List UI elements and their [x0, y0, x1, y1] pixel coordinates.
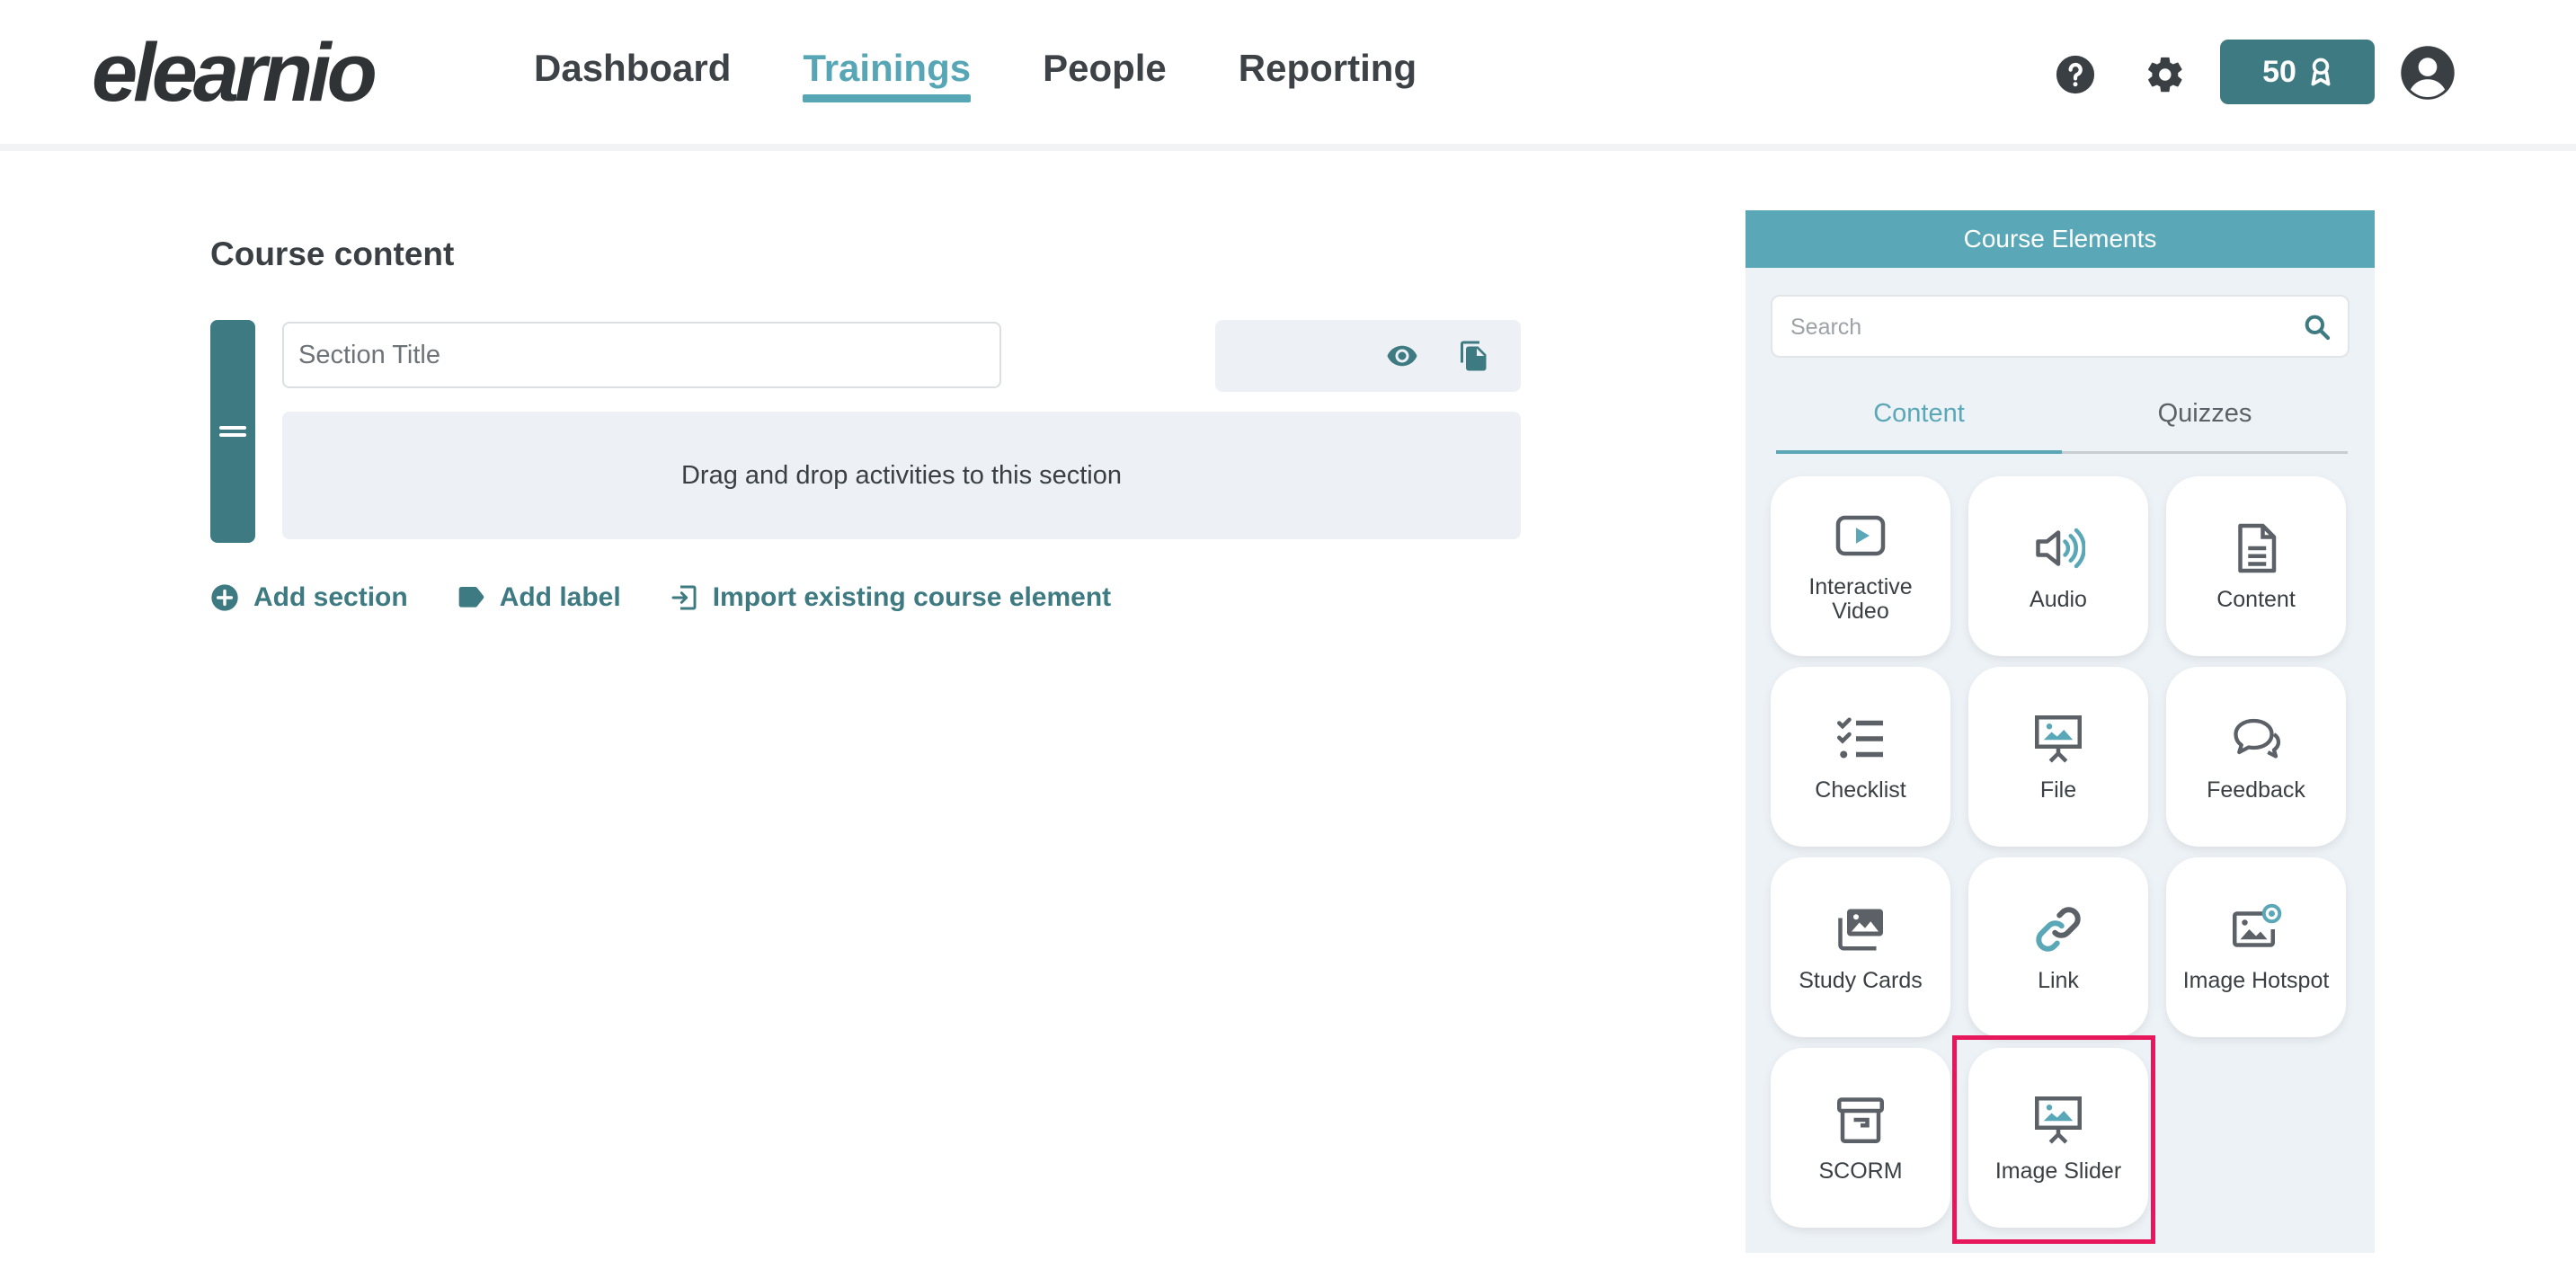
add-label-label: Add label	[499, 582, 621, 612]
section-drag-handle[interactable]	[210, 320, 255, 543]
user-avatar-icon[interactable]	[2400, 45, 2456, 101]
section-drop-zone[interactable]: Drag and drop activities to this section	[282, 412, 1521, 539]
plus-circle-icon	[211, 584, 238, 611]
element-label: Link	[2038, 967, 2079, 993]
element-image-slider[interactable]: Image Slider	[1968, 1048, 2148, 1228]
course-actions: Add section Add label Import existing co…	[210, 582, 1111, 613]
add-label-button[interactable]: Add label	[457, 582, 621, 613]
element-label: Checklist	[1815, 777, 1906, 803]
chat-icon	[2234, 718, 2281, 759]
top-bar: elearnio Dashboard Trainings People Repo…	[0, 0, 2576, 144]
import-element-label: Import existing course element	[712, 582, 1112, 612]
speaker-icon	[2036, 528, 2085, 568]
eye-icon[interactable]	[1386, 340, 1418, 372]
image-hotspot-icon	[2233, 903, 2282, 947]
search-icon[interactable]	[2303, 313, 2332, 342]
nav-dashboard[interactable]: Dashboard	[534, 47, 731, 99]
element-interactive-video[interactable]: Interactive Video	[1771, 476, 1950, 656]
gear-icon[interactable]	[2145, 54, 2186, 95]
header-divider	[0, 144, 2576, 151]
tab-quizzes[interactable]: Quizzes	[2062, 386, 2348, 451]
section-title-input[interactable]	[282, 322, 1001, 388]
add-section-label: Add section	[253, 582, 408, 612]
element-file[interactable]: File	[1968, 667, 2148, 847]
add-section-button[interactable]: Add section	[210, 582, 408, 613]
award-icon	[2311, 58, 2331, 86]
import-icon	[671, 585, 697, 610]
element-label: Image Hotspot	[2182, 967, 2330, 993]
play-icon	[1835, 515, 1886, 556]
element-label: Content	[2216, 586, 2296, 612]
panel-title: Course Elements	[1745, 210, 2375, 268]
element-scorm[interactable]: SCORM	[1771, 1048, 1950, 1228]
element-study-cards[interactable]: Study Cards	[1771, 857, 1950, 1037]
checklist-icon	[1837, 717, 1883, 758]
credits-count: 50	[2262, 54, 2296, 89]
nav-people[interactable]: People	[1043, 47, 1167, 99]
nav-trainings[interactable]: Trainings	[803, 47, 971, 102]
images-icon	[1838, 909, 1883, 950]
document-icon	[2238, 523, 2277, 572]
copy-icon[interactable]	[1458, 340, 1490, 372]
element-label: Study Cards	[1799, 967, 1923, 993]
link-icon	[2036, 906, 2081, 952]
search-box	[1771, 295, 2349, 358]
credits-button[interactable]: 50	[2220, 40, 2375, 104]
element-label: Feedback	[2207, 777, 2305, 803]
element-content[interactable]: Content	[2166, 476, 2346, 656]
import-element-button[interactable]: Import existing course element	[670, 582, 1111, 613]
element-checklist[interactable]: Checklist	[1771, 667, 1950, 847]
element-label: File	[2039, 777, 2077, 803]
element-label: Image Slider	[1994, 1158, 2122, 1184]
element-link[interactable]: Link	[1968, 857, 2148, 1037]
drop-zone-text: Drag and drop activities to this section	[680, 460, 1123, 490]
element-tabs: Content Quizzes	[1776, 386, 2348, 454]
element-label: Interactive Video	[1808, 574, 1913, 624]
search-input[interactable]	[1789, 297, 2296, 358]
tab-content[interactable]: Content	[1776, 386, 2062, 454]
presentation-icon	[2035, 1096, 2082, 1144]
page-title: Course content	[210, 235, 455, 272]
help-icon[interactable]	[2055, 54, 2096, 95]
course-elements-panel: Course Elements Content Quizzes Interact…	[1745, 210, 2375, 1253]
element-audio[interactable]: Audio	[1968, 476, 2148, 656]
element-label: Audio	[2030, 586, 2087, 612]
section-actions-bar	[1215, 320, 1521, 392]
element-label: SCORM	[1818, 1158, 1903, 1184]
archive-icon	[1837, 1096, 1884, 1143]
nav-reporting[interactable]: Reporting	[1239, 47, 1417, 99]
element-image-hotspot[interactable]: Image Hotspot	[2166, 857, 2346, 1037]
presentation-icon	[2035, 714, 2082, 763]
element-feedback[interactable]: Feedback	[2166, 667, 2346, 847]
elements-grid: Interactive Video Audio Content Checklis…	[1771, 476, 2346, 1228]
tag-icon	[458, 587, 484, 608]
main-nav: Dashboard Trainings People Reporting	[534, 47, 1417, 102]
app-logo[interactable]: elearnio	[92, 23, 378, 122]
